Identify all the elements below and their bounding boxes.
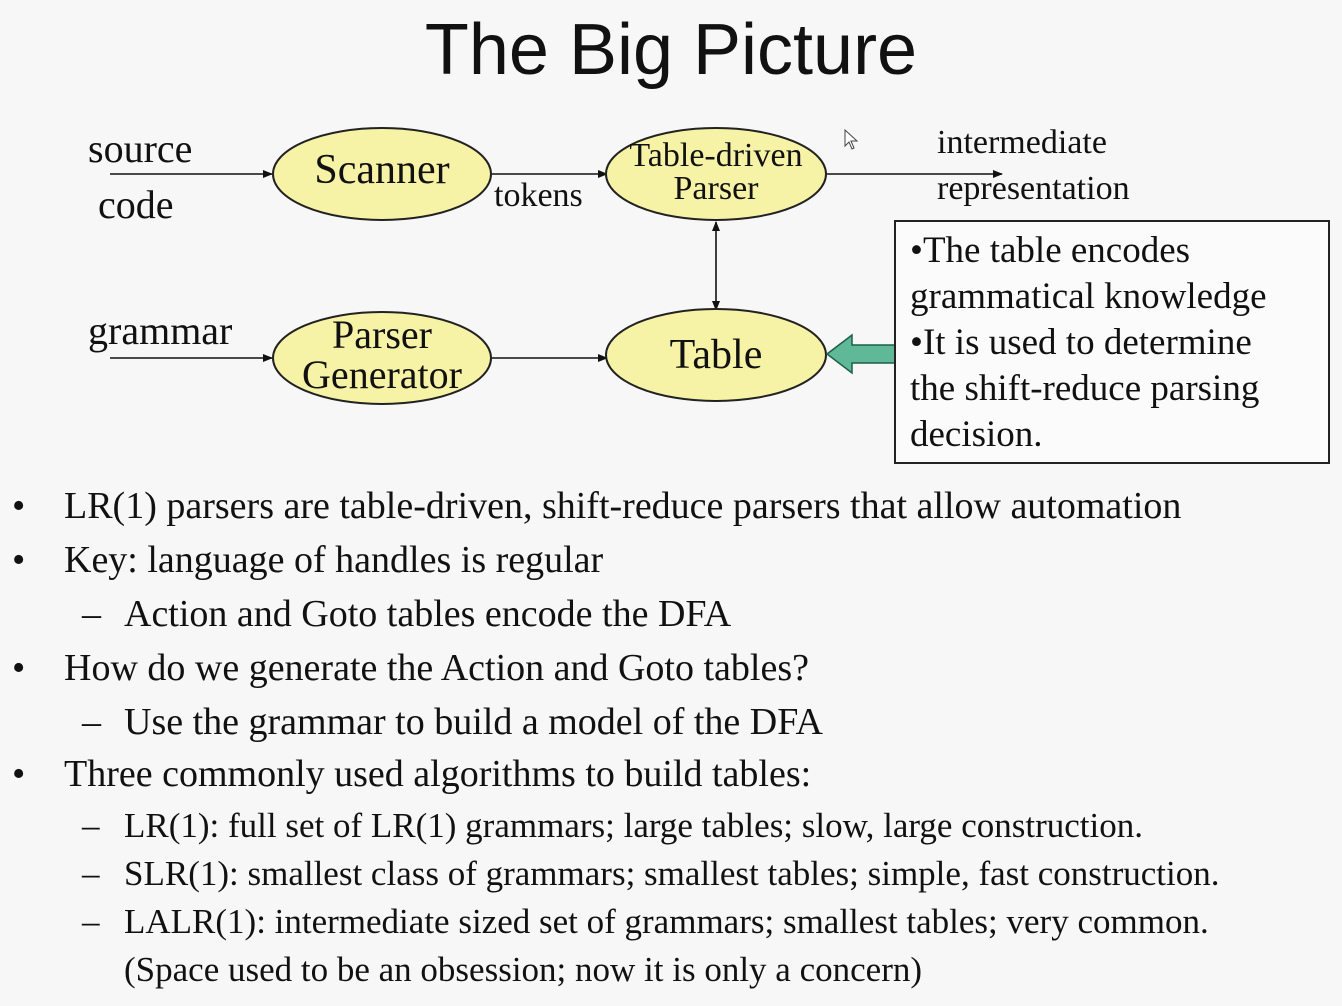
bullet-text: (Space used to be an obsession; now it i… [124,950,923,989]
bullet-text: Three commonly used algorithms to build … [64,753,812,795]
sub-bullet-marker: – [82,701,101,743]
callout-arrow-icon [825,333,896,375]
table-label: Table [670,332,763,378]
parser-label-line2: Parser [674,170,760,207]
bullet-text: LALR(1): intermediate sized set of gramm… [124,902,1209,941]
grammar-label: grammar [88,308,232,353]
generator-label-line2: Generator [302,352,462,397]
generator-label-line1: Parser [332,312,432,357]
sub-bullet-marker: – [82,806,100,845]
bullet-text: How do we generate the Action and Goto t… [64,647,809,689]
source-code-label-line1: source [88,126,192,171]
bullet-text: SLR(1): smallest class of grammars; smal… [124,854,1220,893]
bullet-text: LR(1): full set of LR(1) grammars; large… [124,806,1143,845]
bullet-text: Key: language of handles is regular [64,539,604,581]
output-label-line2: representation [937,170,1130,207]
bullet-marker: • [12,647,26,689]
callout-line: •It is used to determine [910,322,1252,363]
source-code-label-line2: code [98,182,174,227]
output-label-line1: intermediate [937,124,1107,161]
table-node: Table [605,308,827,402]
callout-line: decision. [910,414,1043,455]
bullet-marker: • [12,753,26,795]
parser-generator-node: Parser Generator [272,311,492,405]
bullet-text: LR(1) parsers are table-driven, shift-re… [64,485,1182,527]
table-driven-parser-node: Table-driven Parser [605,127,827,221]
bullet-marker: • [12,485,26,527]
callout-line: the shift-reduce parsing [910,368,1260,409]
sub-bullet-marker: – [82,593,101,635]
table-callout-box: •The table encodes grammatical knowledge… [894,220,1330,464]
scanner-node: Scanner [272,127,492,221]
mouse-cursor-icon [844,128,859,150]
bullet-text: Use the grammar to build a model of the … [124,701,823,743]
bullet-marker: • [12,539,26,581]
bullet-text: Action and Goto tables encode the DFA [124,593,732,635]
callout-line: grammatical knowledge [910,276,1267,317]
tokens-label: tokens [494,177,583,214]
parser-label-line1: Table-driven [629,137,802,174]
callout-line: •The table encodes [910,230,1191,271]
sub-bullet-marker: – [82,902,100,941]
sub-bullet-marker: – [82,854,100,893]
scanner-label: Scanner [314,147,449,193]
